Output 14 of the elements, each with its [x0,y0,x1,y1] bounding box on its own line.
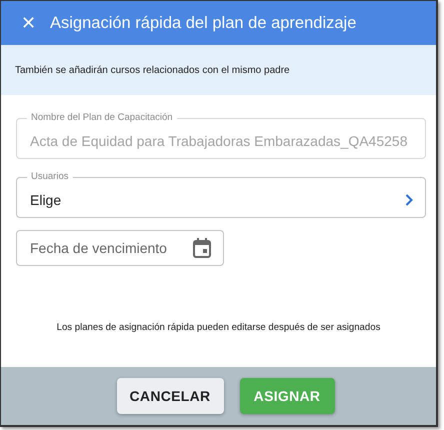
calendar-icon[interactable] [193,238,211,258]
assign-button[interactable]: ASIGNAR [240,378,334,414]
info-banner: También se añadirán cursos relacionados con el mismo padre [1,45,436,95]
users-input[interactable]: Elige [30,192,399,208]
users-select[interactable]: Usuarios Elige [16,171,426,218]
chevron-right-icon[interactable] [405,194,413,206]
due-date-field[interactable]: Fecha de vencimiento [16,230,224,266]
due-date-input[interactable]: Fecha de vencimiento [30,240,187,256]
field-label: Usuarios [30,171,70,183]
cancel-button[interactable]: CANCELAR [116,378,224,414]
dialog-title: Asignación rápida del plan de aprendizaje [50,14,356,32]
close-icon[interactable]: ✕ [21,13,36,33]
field-label: Nombre del Plan de Capacitación [30,112,174,124]
note-text: Los planes de asignación rápida pueden editarse después de ser asignados [56,322,382,333]
